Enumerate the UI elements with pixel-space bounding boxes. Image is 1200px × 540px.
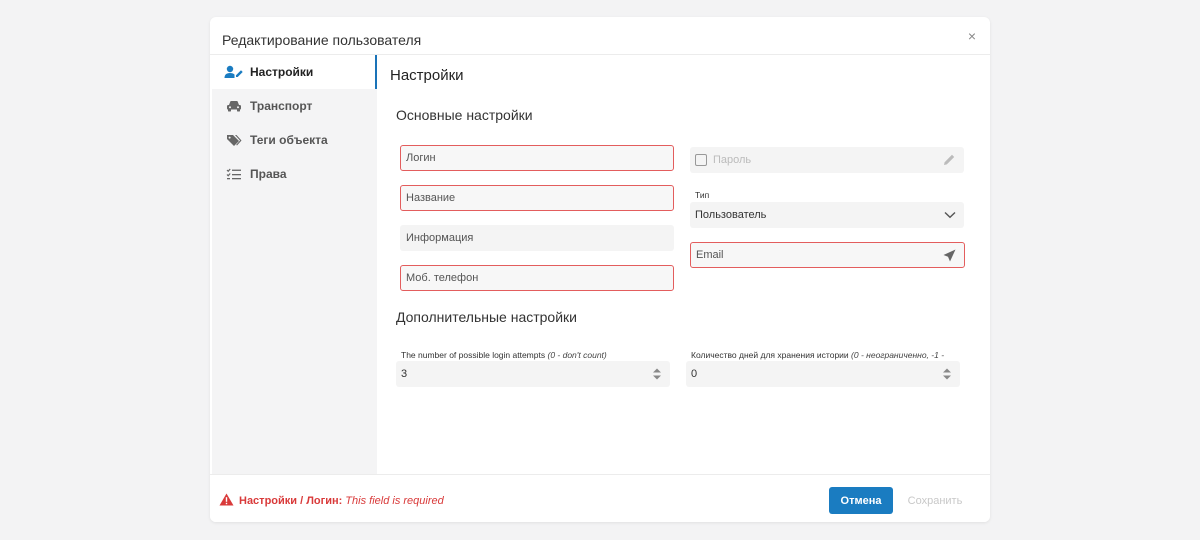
sidebar-item-object-tags[interactable]: Теги объекта [212, 123, 377, 157]
type-value: Пользователь [695, 209, 767, 221]
name-field[interactable]: Название [400, 185, 674, 211]
info-field[interactable]: Информация [400, 225, 674, 251]
login-attempts-value: 3 [401, 368, 408, 380]
login-attempts-input[interactable]: 3 [396, 361, 670, 387]
sidebar: Настройки Транспорт Теги объекта Права [212, 55, 377, 474]
info-placeholder: Информация [406, 232, 474, 244]
phone-placeholder: Моб. телефон [406, 272, 479, 284]
car-icon [224, 98, 244, 114]
type-select[interactable]: Пользователь [690, 202, 964, 228]
close-icon[interactable]: × [968, 29, 976, 43]
sidebar-item-label: Настройки [250, 65, 314, 79]
sidebar-item-label: Транспорт [250, 99, 313, 113]
error-path[interactable]: Настройки / Логин: [239, 495, 342, 507]
name-placeholder: Название [406, 192, 456, 204]
stepper-icon[interactable] [652, 367, 662, 384]
password-field[interactable]: Пароль [690, 147, 964, 173]
cancel-button[interactable]: Отмена [829, 487, 893, 514]
email-placeholder: Email [696, 249, 724, 261]
save-button[interactable]: Сохранить [900, 487, 970, 514]
edit-user-dialog: Редактирование пользователя × Настройки [210, 17, 990, 522]
sidebar-item-rights[interactable]: Права [212, 157, 377, 191]
history-days-input[interactable]: 0 [686, 361, 960, 387]
panel-title: Настройки [390, 67, 464, 84]
sidebar-item-label: Права [250, 167, 287, 181]
login-field[interactable]: Логин [400, 145, 674, 171]
history-days-label: Количество дней для хранения истории (0 … [691, 350, 945, 360]
dialog-title: Редактирование пользователя [222, 32, 422, 48]
user-edit-icon [224, 64, 244, 80]
dialog-header: Редактирование пользователя × [210, 17, 990, 55]
error-text: This field is required [345, 495, 444, 507]
dialog-footer: Настройки / Логин: This field is require… [210, 474, 990, 522]
validation-error: Настройки / Логин: This field is require… [219, 493, 444, 509]
chevron-down-icon [944, 210, 956, 222]
tags-icon [224, 132, 244, 148]
send-icon[interactable] [943, 249, 956, 265]
login-placeholder: Логин [406, 152, 436, 164]
mobile-phone-field[interactable]: Моб. телефон [400, 265, 674, 291]
stepper-icon[interactable] [942, 367, 952, 384]
extra-settings-heading: Дополнительные настройки [396, 309, 577, 325]
history-days-value: 0 [691, 368, 698, 380]
warning-icon [219, 493, 234, 509]
pencil-icon[interactable] [943, 153, 956, 169]
checklist-icon [224, 166, 244, 182]
settings-panel: Настройки Основные настройки Логин Назва… [377, 55, 990, 474]
type-label: Тип [695, 190, 710, 200]
password-label: Пароль [713, 154, 752, 166]
email-field[interactable]: Email [690, 242, 965, 268]
basic-settings-heading: Основные настройки [396, 107, 533, 123]
sidebar-item-label: Теги объекта [250, 133, 328, 147]
password-checkbox[interactable] [695, 154, 707, 166]
login-attempts-label: The number of possible login attempts (0… [401, 350, 607, 360]
sidebar-item-transport[interactable]: Транспорт [212, 89, 377, 123]
sidebar-item-settings[interactable]: Настройки [212, 55, 377, 89]
